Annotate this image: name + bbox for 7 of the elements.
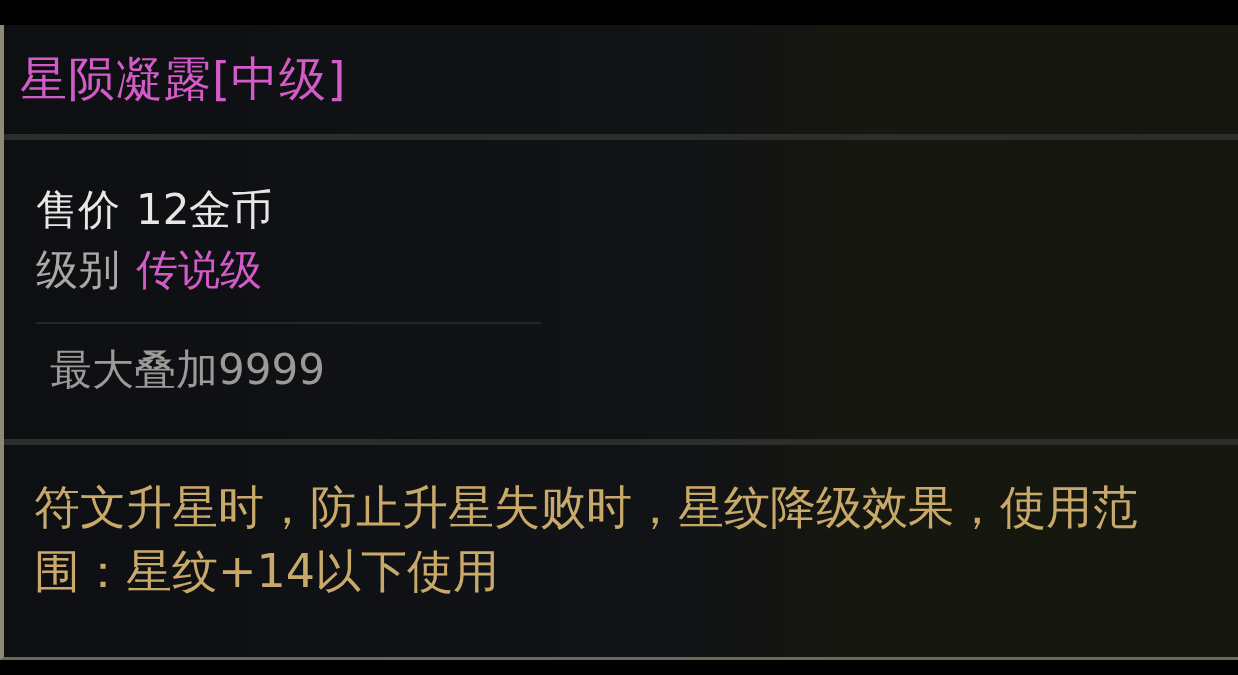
stack-limit: 最大叠加9999: [49, 344, 326, 396]
grade-label: 级别: [36, 244, 120, 296]
grade-value: 传说级: [136, 244, 262, 296]
price-label: 售价: [36, 184, 120, 236]
price-value: 12金币: [136, 184, 274, 236]
item-description: 符文升星时，防止升星失败时，星纹降级效果，使用范围：星纹+14以下使用: [33, 479, 1139, 600]
item-title: 星陨凝露[中级]: [20, 50, 347, 108]
